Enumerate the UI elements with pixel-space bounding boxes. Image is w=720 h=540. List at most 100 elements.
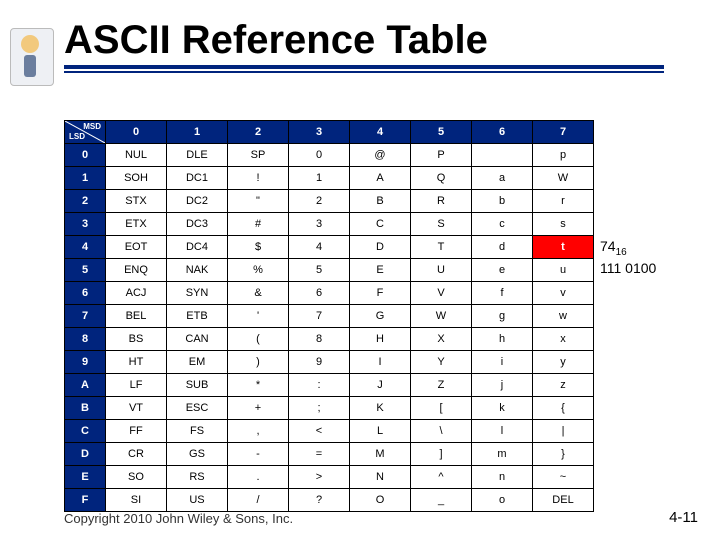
ascii-cell: " bbox=[228, 190, 289, 213]
annotation-bin: 111 0100 bbox=[600, 260, 656, 276]
row-header: D bbox=[65, 443, 106, 466]
ascii-cell: C bbox=[350, 213, 411, 236]
ascii-cell: Y bbox=[411, 351, 472, 374]
table-row: 8BSCAN(8HXhx bbox=[65, 328, 594, 351]
ascii-cell: 3 bbox=[289, 213, 350, 236]
ascii-cell: l bbox=[472, 420, 533, 443]
ascii-cell: L bbox=[350, 420, 411, 443]
ascii-cell: NUL bbox=[106, 144, 167, 167]
table-row: ALFSUB*:JZjz bbox=[65, 374, 594, 397]
ascii-cell: B bbox=[350, 190, 411, 213]
ascii-cell: ! bbox=[228, 167, 289, 190]
row-header: 6 bbox=[65, 282, 106, 305]
ascii-cell: ENQ bbox=[106, 259, 167, 282]
ascii-cell: M bbox=[350, 443, 411, 466]
ascii-cell: G bbox=[350, 305, 411, 328]
ascii-cell-highlight: t bbox=[533, 236, 594, 259]
col-header: 2 bbox=[228, 121, 289, 144]
ascii-cell: { bbox=[533, 397, 594, 420]
row-header: B bbox=[65, 397, 106, 420]
ascii-cell: [ bbox=[411, 397, 472, 420]
row-header: 9 bbox=[65, 351, 106, 374]
ascii-cell: CR bbox=[106, 443, 167, 466]
row-header: E bbox=[65, 466, 106, 489]
ascii-cell: v bbox=[533, 282, 594, 305]
ascii-cell: ESC bbox=[167, 397, 228, 420]
ascii-cell: ( bbox=[228, 328, 289, 351]
ascii-cell: , bbox=[228, 420, 289, 443]
table-row: 9HTEM)9IYiy bbox=[65, 351, 594, 374]
ascii-cell: GS bbox=[167, 443, 228, 466]
ascii-cell: DC3 bbox=[167, 213, 228, 236]
ascii-cell bbox=[472, 144, 533, 167]
ascii-cell: f bbox=[472, 282, 533, 305]
ascii-cell: STX bbox=[106, 190, 167, 213]
ascii-cell: d bbox=[472, 236, 533, 259]
msd-label: MSD bbox=[83, 123, 101, 131]
ascii-cell: s bbox=[533, 213, 594, 236]
ascii-cell: c bbox=[472, 213, 533, 236]
ascii-cell: E bbox=[350, 259, 411, 282]
ascii-cell: : bbox=[289, 374, 350, 397]
ascii-cell: x bbox=[533, 328, 594, 351]
ascii-cell: # bbox=[228, 213, 289, 236]
ascii-cell: S bbox=[411, 213, 472, 236]
ascii-cell: ; bbox=[289, 397, 350, 420]
ascii-cell: h bbox=[472, 328, 533, 351]
row-header: 1 bbox=[65, 167, 106, 190]
page-number: 4-11 bbox=[669, 509, 698, 526]
ascii-cell: \ bbox=[411, 420, 472, 443]
table-row: 3ETXDC3#3CScs bbox=[65, 213, 594, 236]
ascii-cell: Q bbox=[411, 167, 472, 190]
ascii-cell: FS bbox=[167, 420, 228, 443]
ascii-cell: a bbox=[472, 167, 533, 190]
page-title: ASCII Reference Table bbox=[64, 18, 720, 63]
ascii-cell: 2 bbox=[289, 190, 350, 213]
ascii-cell: FF bbox=[106, 420, 167, 443]
ascii-cell: BS bbox=[106, 328, 167, 351]
ascii-cell: ETX bbox=[106, 213, 167, 236]
ascii-cell: SI bbox=[106, 489, 167, 512]
col-header: 4 bbox=[350, 121, 411, 144]
ascii-cell: O bbox=[350, 489, 411, 512]
ascii-cell: Z bbox=[411, 374, 472, 397]
ascii-cell: < bbox=[289, 420, 350, 443]
ascii-cell: LF bbox=[106, 374, 167, 397]
ascii-cell: DC4 bbox=[167, 236, 228, 259]
ascii-cell: - bbox=[228, 443, 289, 466]
ascii-cell: o bbox=[472, 489, 533, 512]
ascii-cell: K bbox=[350, 397, 411, 420]
ascii-cell: 8 bbox=[289, 328, 350, 351]
ascii-cell: F bbox=[350, 282, 411, 305]
row-header: C bbox=[65, 420, 106, 443]
ascii-cell: 0 bbox=[289, 144, 350, 167]
ascii-cell: SO bbox=[106, 466, 167, 489]
table-row: 2STXDC2"2BRbr bbox=[65, 190, 594, 213]
corner-cell: MSD LSD bbox=[65, 121, 106, 144]
ascii-cell: R bbox=[411, 190, 472, 213]
ascii-cell: SYN bbox=[167, 282, 228, 305]
ascii-cell: 9 bbox=[289, 351, 350, 374]
table-row: 5ENQNAK%5EUeu bbox=[65, 259, 594, 282]
ascii-cell: H bbox=[350, 328, 411, 351]
ascii-cell: J bbox=[350, 374, 411, 397]
ascii-cell: ~ bbox=[533, 466, 594, 489]
ascii-cell: BEL bbox=[106, 305, 167, 328]
col-header: 5 bbox=[411, 121, 472, 144]
ascii-cell: } bbox=[533, 443, 594, 466]
ascii-cell: DEL bbox=[533, 489, 594, 512]
ascii-cell: EOT bbox=[106, 236, 167, 259]
ascii-cell: $ bbox=[228, 236, 289, 259]
ascii-cell: EM bbox=[167, 351, 228, 374]
ascii-cell: + bbox=[228, 397, 289, 420]
title-rule bbox=[64, 65, 664, 69]
annotation-hex-value: 74 bbox=[600, 238, 616, 254]
row-header: 4 bbox=[65, 236, 106, 259]
annotation-hex: 7416 bbox=[600, 238, 627, 258]
row-header: 2 bbox=[65, 190, 106, 213]
col-header: 6 bbox=[472, 121, 533, 144]
table-row: 6ACJSYN&6FVfv bbox=[65, 282, 594, 305]
ascii-cell: @ bbox=[350, 144, 411, 167]
ascii-cell: SUB bbox=[167, 374, 228, 397]
table-row: 4EOTDC4$4DTdt bbox=[65, 236, 594, 259]
